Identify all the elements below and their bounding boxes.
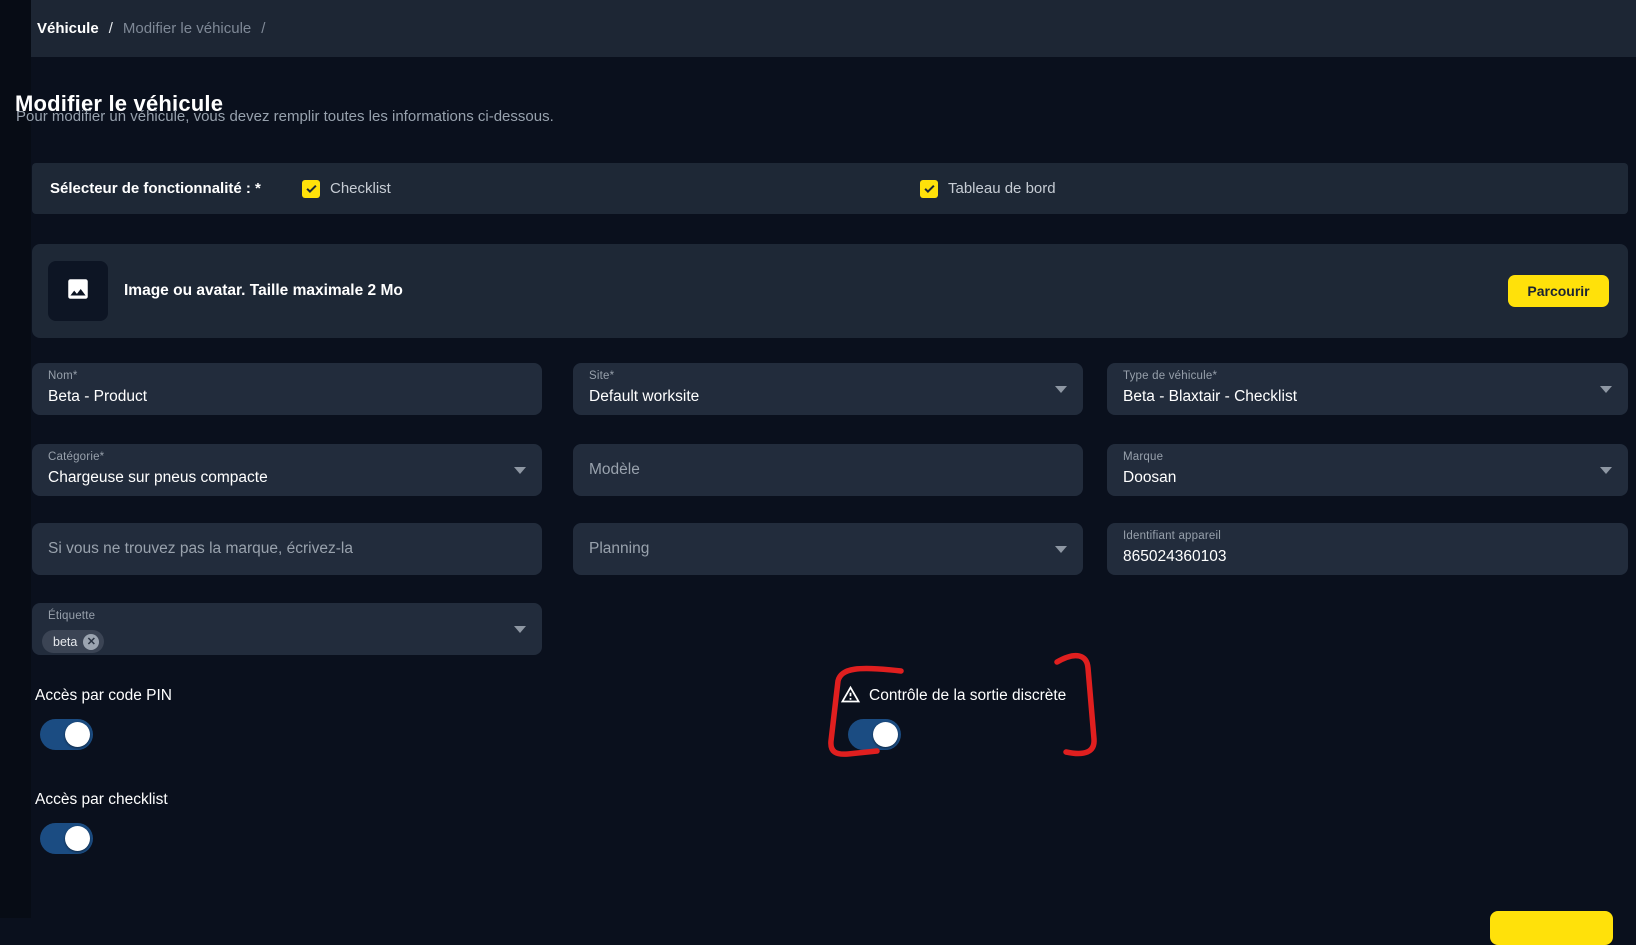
chevron-down-icon[interactable]: [1600, 386, 1612, 393]
checkbox-label: Tableau de bord: [948, 180, 1056, 197]
toggle-checklist-label: Accès par checklist: [35, 791, 168, 809]
field-nom-label: Nom*: [48, 370, 78, 382]
toggle-knob: [65, 722, 90, 747]
tag-chip[interactable]: beta ✕: [42, 630, 104, 653]
field-marque-libre-placeholder: Si vous ne trouvez pas la marque, écrive…: [48, 523, 353, 575]
toggle-knob: [65, 826, 90, 851]
toggle-knob: [873, 722, 898, 747]
browse-button[interactable]: Parcourir: [1508, 275, 1609, 307]
breadcrumb-separator: /: [261, 20, 265, 37]
toggle-acces-code-pin[interactable]: [40, 719, 93, 750]
select-site-value: Default worksite: [589, 388, 699, 406]
breadcrumb-separator: /: [109, 20, 113, 37]
select-categorie-label: Catégorie*: [48, 451, 104, 463]
toggle-pin-label: Accès par code PIN: [35, 687, 172, 705]
select-categorie-value: Chargeuse sur pneus compacte: [48, 469, 268, 487]
chevron-down-icon[interactable]: [514, 467, 526, 474]
bottom-action-button[interactable]: [1490, 911, 1613, 945]
image-icon: [65, 276, 91, 307]
chevron-down-icon[interactable]: [1055, 386, 1067, 393]
image-upload-card: Image ou avatar. Taille maximale 2 Mo Pa…: [32, 244, 1628, 338]
breadcrumb: Véhicule / Modifier le véhicule /: [37, 20, 265, 37]
select-type-vehicule-label: Type de véhicule*: [1123, 370, 1217, 382]
select-planning[interactable]: Planning: [573, 523, 1083, 575]
warning-triangle-icon: [840, 684, 861, 705]
field-identifiant-appareil[interactable]: Identifiant appareil 865024360103: [1107, 523, 1628, 575]
field-identifiant-value: 865024360103: [1123, 548, 1226, 566]
select-marque-label: Marque: [1123, 451, 1163, 463]
select-marque-value: Doosan: [1123, 469, 1176, 487]
checkbox-checked-icon[interactable]: [920, 180, 938, 198]
field-identifiant-label: Identifiant appareil: [1123, 530, 1221, 542]
field-modele-placeholder: Modèle: [589, 444, 640, 496]
page-subtitle: Pour modifier un véhicule, vous devez re…: [16, 108, 554, 125]
breadcrumb-bar: Véhicule / Modifier le véhicule /: [31, 0, 1636, 57]
chevron-down-icon[interactable]: [514, 626, 526, 633]
close-circle-icon[interactable]: ✕: [83, 634, 99, 650]
select-site-label: Site*: [589, 370, 614, 382]
checkbox-option-tableau-de-bord[interactable]: Tableau de bord: [920, 163, 1056, 214]
select-etiquette[interactable]: Étiquette beta ✕: [32, 603, 542, 655]
checkbox-checked-icon[interactable]: [302, 180, 320, 198]
checkbox-label: Checklist: [330, 180, 391, 197]
image-preview-tile: [48, 261, 108, 321]
breadcrumb-item-modifier: Modifier le véhicule: [123, 20, 251, 37]
toggle-controle-sortie-discrete[interactable]: [848, 719, 901, 750]
chevron-down-icon[interactable]: [1055, 546, 1067, 553]
chevron-down-icon[interactable]: [1600, 467, 1612, 474]
select-planning-placeholder: Planning: [589, 523, 649, 575]
field-nom[interactable]: Nom* Beta - Product: [32, 363, 542, 415]
select-type-vehicule[interactable]: Type de véhicule* Beta - Blaxtair - Chec…: [1107, 363, 1628, 415]
field-nom-value: Beta - Product: [48, 388, 147, 406]
upload-instructions: Image ou avatar. Taille maximale 2 Mo: [124, 282, 403, 300]
feature-selector-label: Sélecteur de fonctionnalité : *: [50, 180, 261, 197]
select-etiquette-label: Étiquette: [48, 610, 95, 622]
checkbox-option-checklist[interactable]: Checklist: [302, 163, 391, 214]
field-marque-libre[interactable]: Si vous ne trouvez pas la marque, écrive…: [32, 523, 542, 575]
select-categorie[interactable]: Catégorie* Chargeuse sur pneus compacte: [32, 444, 542, 496]
field-modele[interactable]: Modèle: [573, 444, 1083, 496]
feature-selector-bar: Sélecteur de fonctionnalité : * Checklis…: [32, 163, 1628, 214]
toggle-sortie-discrete-label: Contrôle de la sortie discrète: [869, 687, 1066, 705]
toggle-acces-checklist[interactable]: [40, 823, 93, 854]
select-marque[interactable]: Marque Doosan: [1107, 444, 1628, 496]
tag-chip-label: beta: [53, 635, 77, 649]
breadcrumb-item-vehicule[interactable]: Véhicule: [37, 20, 99, 37]
collapsed-sidebar: [0, 0, 31, 918]
select-site[interactable]: Site* Default worksite: [573, 363, 1083, 415]
select-type-vehicule-value: Beta - Blaxtair - Checklist: [1123, 388, 1297, 406]
